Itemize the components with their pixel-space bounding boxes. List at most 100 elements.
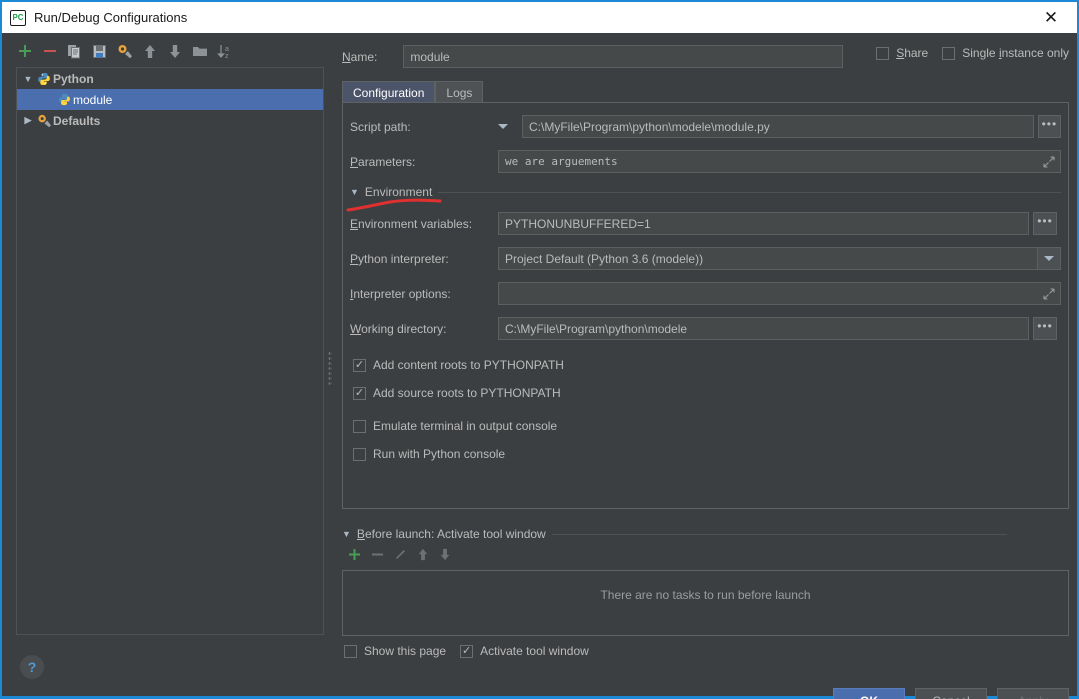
activate-tool-window-checkbox[interactable]: Activate tool window [460, 644, 589, 658]
run-debug-configurations-dialog: PC Run/Debug Configurations ✕ a z ▼ Pyth… [0, 0, 1079, 699]
before-launch-label: Before launch: Activate tool window [356, 527, 546, 541]
script-path-browse-button[interactable]: ••• [1037, 115, 1061, 138]
cancel-button[interactable]: Cancel [915, 688, 987, 699]
tab-logs[interactable]: Logs [435, 81, 484, 103]
tree-item-label: module [73, 92, 113, 107]
add-task-button[interactable] [348, 548, 361, 564]
interpreter-options-label: Interpreter options: [350, 286, 451, 301]
tree-item-python[interactable]: ▼ Python [17, 68, 323, 89]
environment-variables-browse-button[interactable]: ••• [1033, 212, 1057, 235]
configuration-editor-panel: Name: module Share Single instance only … [334, 33, 1077, 699]
activate-tool-window-label: Activate tool window [480, 644, 589, 658]
working-directory-label: Working directory: [350, 321, 447, 336]
share-checkbox-box[interactable] [876, 46, 890, 60]
parameters-value: we are arguements [505, 155, 618, 168]
single-instance-checkbox-box[interactable] [942, 46, 956, 60]
tree-item-module[interactable]: module [17, 89, 323, 110]
run-with-python-console-label: Run with Python console [373, 447, 506, 461]
ok-button[interactable]: OK [833, 688, 905, 699]
emulate-terminal-label: Emulate terminal in output console [373, 419, 558, 433]
script-path-input[interactable]: C:\MyFile\Program\python\modele\module.p… [522, 115, 1034, 138]
add-source-roots-checkbox[interactable]: Add source roots to PYTHONPATH [353, 386, 561, 400]
sort-az-icon[interactable]: a z [212, 39, 237, 63]
run-with-python-console-checkbox[interactable]: Run with Python console [353, 447, 505, 461]
name-label: Name: [342, 49, 378, 64]
parameters-input[interactable]: we are arguements [498, 150, 1061, 173]
show-this-page-checkbox-box[interactable] [344, 644, 357, 658]
environment-variables-label: Environment variables: [350, 216, 473, 231]
expand-icon[interactable] [1043, 156, 1055, 168]
expand-icon[interactable] [1043, 288, 1055, 300]
environment-variables-input[interactable]: PYTHONUNBUFFERED=1 [498, 212, 1029, 235]
environment-variables-row: Environment variables: PYTHONUNBUFFERED=… [350, 212, 1061, 235]
python-file-icon [55, 93, 73, 106]
remove-configuration-button[interactable] [37, 39, 62, 63]
arrow-down-icon[interactable] [162, 39, 187, 63]
chevron-right-icon[interactable]: ▶ [21, 115, 35, 126]
python-interpreter-value: Project Default (Python 3.6 (modele)) [505, 251, 704, 266]
add-content-roots-label: Add content roots to PYTHONPATH [373, 358, 564, 372]
copy-icon[interactable] [62, 39, 87, 63]
chevron-down-icon[interactable]: ▼ [21, 74, 35, 84]
gear-wrench-icon[interactable] [112, 39, 137, 63]
help-icon[interactable]: ? [20, 655, 44, 679]
script-path-row: Script path: C:\MyFile\Program\python\mo… [350, 115, 1061, 138]
splitter-grip[interactable] [328, 351, 332, 385]
chevron-down-icon[interactable]: ▼ [350, 187, 359, 197]
chevron-down-icon[interactable] [498, 124, 508, 129]
working-directory-input[interactable]: C:\MyFile\Program\python\modele [498, 317, 1029, 340]
environment-section-header[interactable]: ▼ Environment [350, 185, 1061, 199]
activate-tool-window-checkbox-box[interactable] [460, 644, 474, 658]
parameters-row: Parameters: we are arguements [350, 150, 1061, 173]
dialog-body: a z ▼ Python module ▶ Defaults ? Name: m… [2, 33, 1077, 699]
interpreter-options-input[interactable] [498, 282, 1061, 305]
script-path-label: Script path: [350, 119, 411, 134]
add-content-roots-checkbox[interactable]: Add content roots to PYTHONPATH [353, 358, 564, 372]
add-source-roots-checkbox-box[interactable] [353, 386, 366, 400]
share-checkbox[interactable]: Share [876, 46, 928, 60]
before-launch-toolbar [348, 548, 451, 564]
python-interpreter-combo[interactable]: Project Default (Python 3.6 (modele)) [498, 247, 1061, 270]
editor-tabs: Configuration Logs [342, 81, 484, 103]
tree-item-label: Python [53, 71, 94, 86]
emulate-terminal-checkbox-box[interactable] [353, 419, 366, 433]
folder-icon[interactable] [187, 39, 212, 63]
tab-configuration[interactable]: Configuration [342, 81, 436, 103]
title-bar: PC Run/Debug Configurations ✕ [2, 2, 1077, 33]
run-options: Share Single instance only [876, 46, 1069, 60]
name-input[interactable]: module [403, 45, 844, 68]
apply-button[interactable]: Apply [997, 688, 1069, 699]
python-interpreter-row: Python interpreter: Project Default (Pyt… [350, 247, 1061, 270]
section-divider [438, 191, 1061, 193]
single-instance-label: Single instance only [962, 46, 1069, 60]
configurations-panel: a z ▼ Python module ▶ Defaults ? [2, 33, 332, 696]
emulate-terminal-checkbox[interactable]: Emulate terminal in output console [353, 419, 557, 433]
python-interpreter-label: Python interpreter: [350, 251, 449, 266]
tree-toolbar: a z [12, 38, 237, 64]
pencil-icon [394, 548, 407, 564]
chevron-down-icon[interactable] [1037, 248, 1060, 269]
close-icon[interactable]: ✕ [1029, 2, 1073, 33]
chevron-down-icon[interactable]: ▼ [342, 529, 351, 539]
add-content-roots-checkbox-box[interactable] [353, 358, 366, 372]
show-this-page-checkbox[interactable]: Show this page [344, 644, 446, 658]
panel-splitter[interactable] [326, 33, 334, 696]
configurations-tree[interactable]: ▼ Python module ▶ Defaults [16, 67, 324, 635]
share-label: Share [896, 46, 929, 60]
pycharm-icon: PC [10, 9, 26, 26]
working-directory-row: Working directory: C:\MyFile\Program\pyt… [350, 317, 1061, 340]
parameters-label: Parameters: [350, 154, 416, 169]
before-launch-task-list[interactable]: There are no tasks to run before launch [342, 570, 1069, 636]
section-divider [551, 533, 1007, 535]
python-icon [35, 72, 53, 86]
working-directory-browse-button[interactable]: ••• [1033, 317, 1057, 340]
single-instance-checkbox[interactable]: Single instance only [942, 46, 1069, 60]
arrow-up-icon[interactable] [137, 39, 162, 63]
before-launch-empty-message: There are no tasks to run before launch [600, 588, 811, 602]
before-launch-header[interactable]: ▼ Before launch: Activate tool window [342, 527, 1007, 541]
tree-item-defaults[interactable]: ▶ Defaults [17, 110, 323, 131]
run-with-python-console-checkbox-box[interactable] [353, 447, 366, 461]
save-icon[interactable] [87, 39, 112, 63]
svg-text:a: a [225, 46, 229, 53]
add-configuration-button[interactable] [12, 39, 37, 63]
